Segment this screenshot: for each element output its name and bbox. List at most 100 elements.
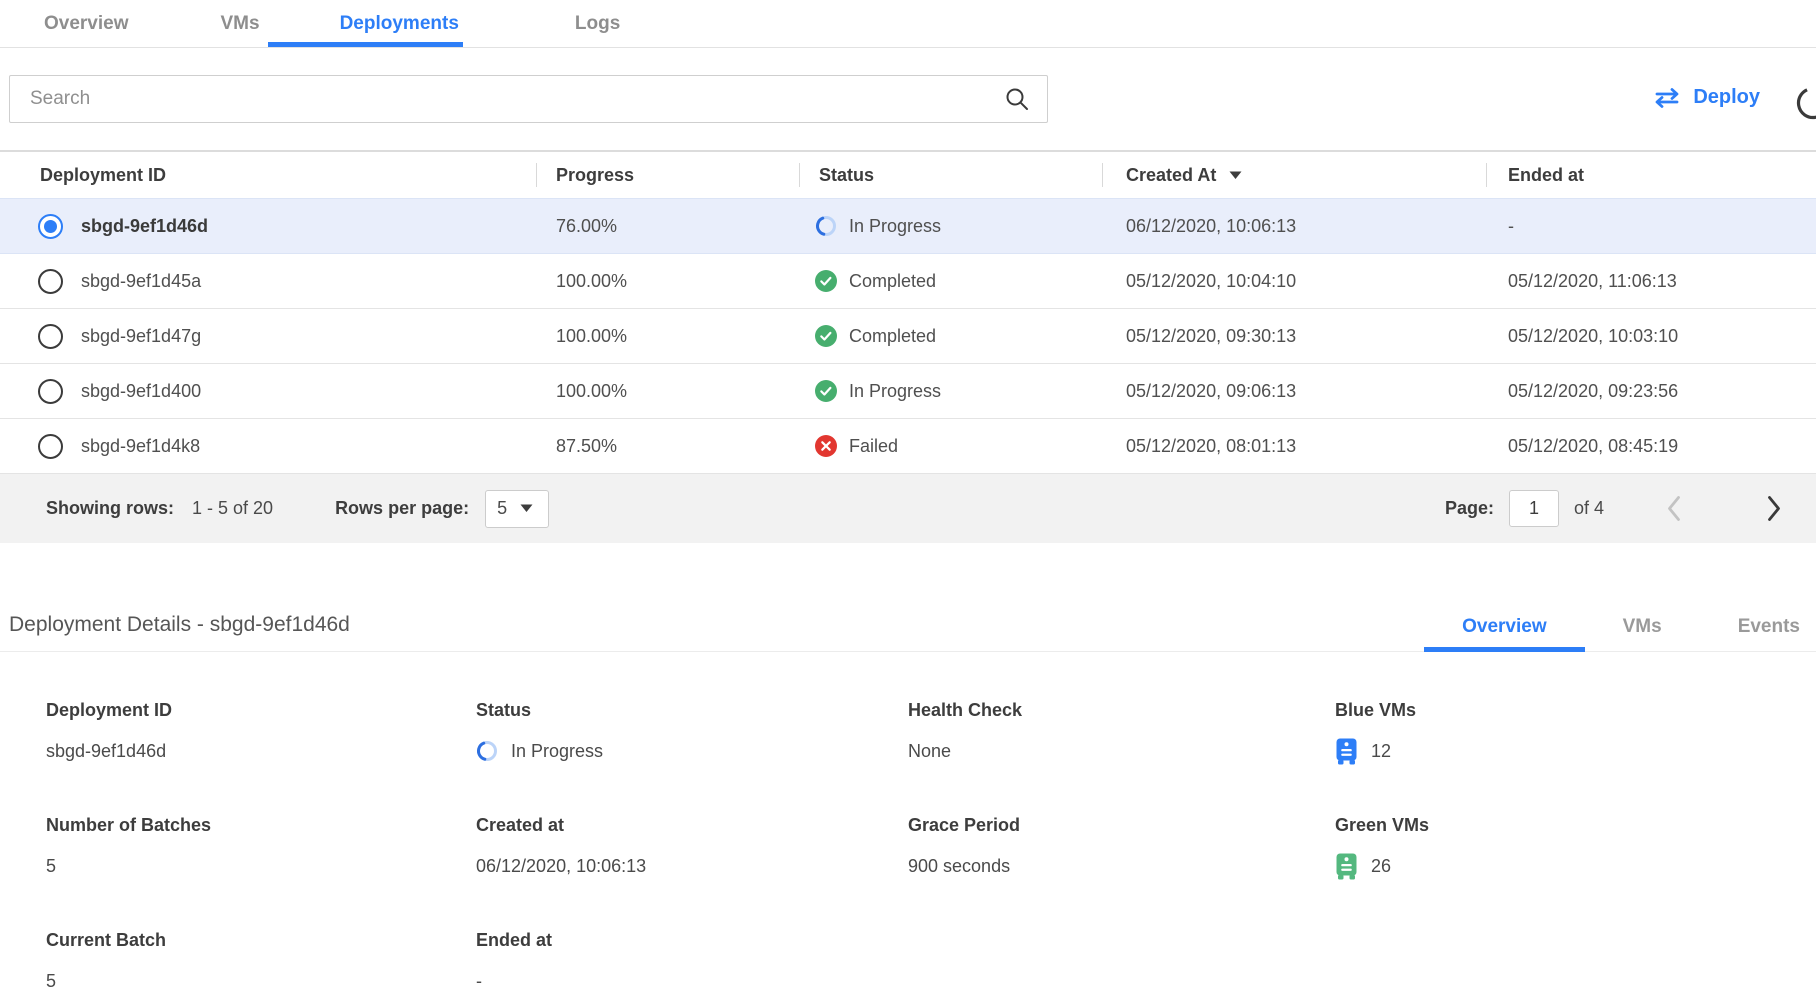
deployment-id-value: sbgd-9ef1d400 [81, 381, 201, 402]
table-row[interactable]: sbgd-9ef1d45a 100.00% Completed 05/12/20… [0, 253, 1816, 308]
deployments-page: Overview VMs Deployments Logs Deploy [0, 0, 1816, 992]
main-tab-bar: Overview VMs Deployments Logs [0, 0, 1816, 48]
deployment-id-value: sbgd-9ef1d4k8 [81, 436, 200, 457]
detail-field-value: sbgd-9ef1d46d [46, 741, 166, 762]
status-text: Completed [849, 326, 936, 347]
table-row[interactable]: sbgd-9ef1d4k8 87.50% Failed 05/12/2020, … [0, 418, 1816, 473]
detail-field-label: Blue VMs [1335, 700, 1816, 721]
row-radio[interactable] [38, 324, 63, 349]
table-row[interactable]: sbgd-9ef1d400 100.00% In Progress 05/12/… [0, 363, 1816, 418]
row-radio[interactable] [38, 214, 63, 239]
status-cell: In Progress [799, 215, 1102, 237]
tab-vms[interactable]: VMs [221, 0, 260, 47]
detail-field: Green VMs 26 [1335, 815, 1816, 880]
row-radio[interactable] [38, 269, 63, 294]
status-cell: Completed [799, 270, 1102, 292]
page-label: Page: [1445, 498, 1494, 519]
ended-at-value: 05/12/2020, 09:23:56 [1486, 381, 1816, 402]
detail-field-label: Status [476, 700, 908, 721]
progress-value: 100.00% [536, 381, 799, 402]
showing-rows-label: Showing rows: [46, 498, 174, 519]
deployments-table: Deployment ID Progress Status Created At… [0, 150, 1816, 543]
row-radio[interactable] [38, 434, 63, 459]
column-header-ended-at[interactable]: Ended at [1486, 152, 1816, 198]
detail-field-label: Current Batch [46, 930, 476, 951]
detail-field-label: Deployment ID [46, 700, 476, 721]
pagination-prev-icon[interactable] [1666, 495, 1681, 522]
deployment-id-cell: sbgd-9ef1d400 [0, 379, 536, 404]
status-text: In Progress [849, 216, 941, 237]
detail-field: Current Batch 5 [46, 930, 476, 992]
column-header-status[interactable]: Status [799, 152, 1102, 198]
detail-field-label: Ended at [476, 930, 908, 951]
deployment-id-value: sbgd-9ef1d45a [81, 271, 201, 292]
detail-field-label: Created at [476, 815, 908, 836]
pagination-next-icon[interactable] [1767, 495, 1782, 522]
x-circle-icon [815, 435, 837, 457]
detail-field: Deployment ID sbgd-9ef1d46d [46, 700, 476, 765]
refresh-icon[interactable] [1794, 84, 1816, 122]
detail-field-label: Grace Period [908, 815, 1335, 836]
rows-per-page-label: Rows per page: [335, 498, 469, 519]
toolbar: Deploy [0, 48, 1816, 150]
table-row[interactable]: sbgd-9ef1d46d 76.00% In Progress 06/12/2… [0, 198, 1816, 253]
detail-field-value: - [476, 971, 482, 992]
progress-value: 76.00% [536, 216, 799, 237]
tab-logs[interactable]: Logs [575, 0, 620, 47]
status-text: Completed [849, 271, 936, 292]
deployment-id-value: sbgd-9ef1d47g [81, 326, 201, 347]
check-circle-icon [815, 270, 837, 292]
detail-field: Health Check None [908, 700, 1335, 765]
chevron-down-icon [520, 504, 533, 513]
deployment-id-cell: sbgd-9ef1d45a [0, 269, 536, 294]
detail-field-value: 12 [1371, 741, 1391, 762]
progress-spinner-icon [476, 740, 498, 762]
detail-field-value: None [908, 741, 951, 762]
details-grid: Deployment ID sbgd-9ef1d46d Status In Pr… [0, 700, 1816, 992]
column-header-created-at[interactable]: Created At [1102, 152, 1486, 198]
progress-value: 87.50% [536, 436, 799, 457]
detail-field-value: 06/12/2020, 10:06:13 [476, 856, 646, 877]
vm-blue-icon [1335, 738, 1358, 765]
sort-desc-icon[interactable] [1228, 170, 1243, 180]
created-at-value: 06/12/2020, 10:06:13 [1102, 216, 1486, 237]
column-header-progress[interactable]: Progress [536, 152, 799, 198]
check-circle-icon [815, 380, 837, 402]
search-box [9, 75, 1048, 123]
created-at-value: 05/12/2020, 09:06:13 [1102, 381, 1486, 402]
deployment-id-cell: sbgd-9ef1d46d [0, 214, 536, 239]
page-number-input[interactable] [1509, 490, 1559, 527]
tab-deployments[interactable]: Deployments [340, 0, 459, 47]
deployment-id-value: sbgd-9ef1d46d [81, 216, 208, 237]
details-tab-vms[interactable]: VMs [1623, 616, 1662, 651]
table-row[interactable]: sbgd-9ef1d47g 100.00% Completed 05/12/20… [0, 308, 1816, 363]
row-radio[interactable] [38, 379, 63, 404]
table-footer: Showing rows: 1 - 5 of 20 Rows per page:… [0, 473, 1816, 543]
details-tab-overview[interactable]: Overview [1462, 616, 1547, 651]
ended-at-value: 05/12/2020, 11:06:13 [1486, 271, 1816, 292]
status-cell: In Progress [799, 380, 1102, 402]
detail-field-label: Green VMs [1335, 815, 1816, 836]
search-input[interactable] [9, 75, 1048, 123]
ended-at-value: - [1486, 216, 1816, 237]
detail-field-value: 5 [46, 856, 56, 877]
table-body: sbgd-9ef1d46d 76.00% In Progress 06/12/2… [0, 198, 1816, 473]
details-header: Deployment Details - sbgd-9ef1d46d Overv… [0, 599, 1816, 652]
progress-value: 100.00% [536, 326, 799, 347]
rows-per-page-select[interactable]: 5 [485, 490, 549, 528]
deployment-id-cell: sbgd-9ef1d4k8 [0, 434, 536, 459]
progress-spinner-icon [815, 215, 837, 237]
details-tab-bar: Overview VMs Events [1386, 616, 1816, 651]
detail-field: Ended at - [476, 930, 908, 992]
created-at-value: 05/12/2020, 09:30:13 [1102, 326, 1486, 347]
column-header-deployment-id[interactable]: Deployment ID [0, 152, 536, 198]
showing-rows-value: 1 - 5 of 20 [192, 498, 273, 519]
progress-value: 100.00% [536, 271, 799, 292]
check-circle-icon [815, 325, 837, 347]
ended-at-value: 05/12/2020, 08:45:19 [1486, 436, 1816, 457]
details-tab-events[interactable]: Events [1738, 616, 1800, 651]
deployment-id-cell: sbgd-9ef1d47g [0, 324, 536, 349]
deploy-button[interactable]: Deploy [1653, 86, 1760, 109]
tab-overview[interactable]: Overview [44, 0, 129, 47]
detail-field-label: Health Check [908, 700, 1335, 721]
